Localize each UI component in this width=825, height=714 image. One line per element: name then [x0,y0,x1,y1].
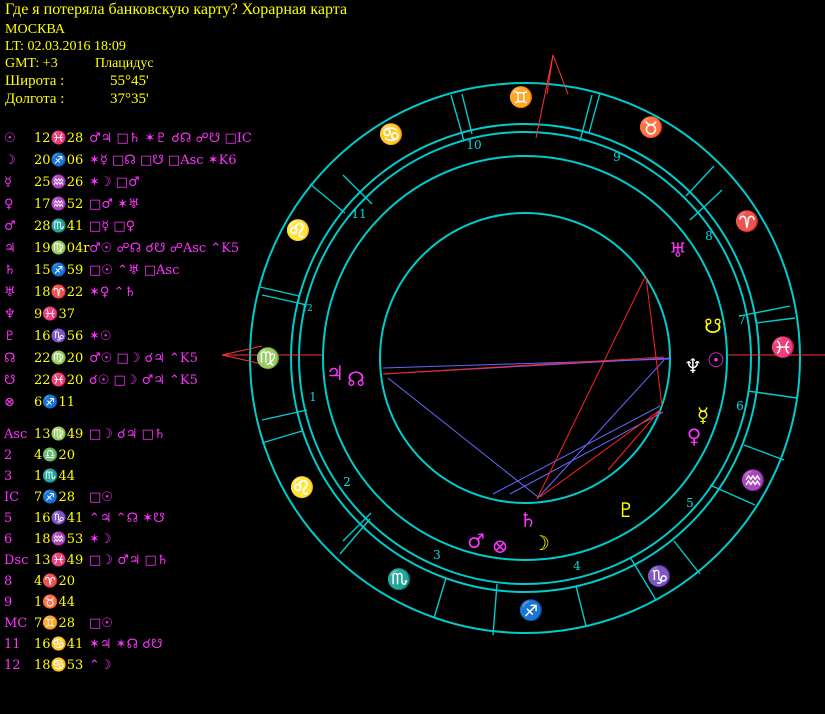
uranus-icon: ♅ [669,238,687,262]
house-number: 12 [301,304,312,314]
mars-icon: ♂ [467,529,485,553]
pisces-sign: ♓ [771,335,796,359]
taurus-sign: ♉ [639,115,664,139]
part-of-fortune-icon: ⊗ [492,534,509,558]
capricorn-sign: ♑ [647,564,672,588]
aquarius-sign: ♒ [741,468,766,492]
saturn-icon: ♄ [519,508,537,532]
sagittarius-sign: ♐ [519,598,544,622]
house-number: 9 [613,150,621,164]
house-number: 5 [686,496,694,510]
house-number: 2 [343,475,351,489]
house-number: 10 [466,138,481,152]
moon-icon: ☽ [532,531,550,555]
leo-sign: ♌ [286,218,311,242]
pluto-icon: ♇ [617,498,635,522]
aspect-circle [379,212,671,504]
house-number: 7 [738,313,746,327]
scorpio-sign: ♏ [387,567,412,591]
venus-icon: ♀ [687,424,702,448]
aspect-lines [382,276,671,500]
virgo-sign: ♍ [256,346,281,370]
horary-wheel: ♍ ♌ ♏ ♐ ♑ ♒ ♓ ♈ ♉ ♊ ♋ ♌ 1 2 3 4 5 6 7 8 … [221,54,825,636]
cancer-sign: ♋ [379,122,404,146]
sun-icon: ☉ [707,348,725,372]
north-node-icon: ☊ [347,367,365,391]
libra-sign: ♌ [290,475,315,499]
house-number: 3 [433,548,441,562]
jupiter-icon: ♃ [326,361,344,385]
house-number: 11 [351,207,366,221]
gemini-sign: ♊ [509,85,534,109]
house-number: 6 [736,399,744,413]
south-node-icon: ☋ [704,314,722,338]
house-number: 4 [573,559,581,573]
house-number: 8 [705,229,713,243]
neptune-icon: ♆ [684,354,702,378]
aries-sign: ♈ [735,209,760,233]
house-number: 1 [309,390,317,404]
